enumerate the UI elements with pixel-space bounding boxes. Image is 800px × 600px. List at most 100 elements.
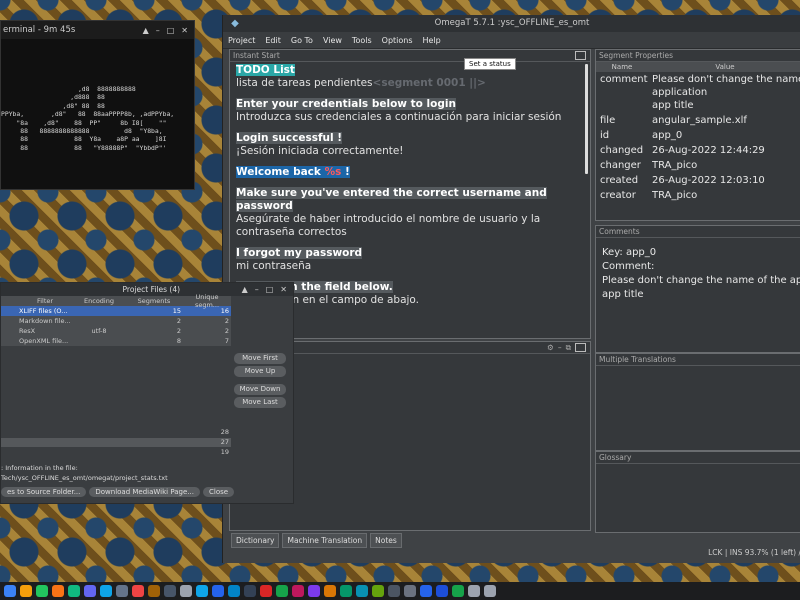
property-row[interactable]: changed 26-Aug-2022 12:44:29 — [596, 143, 800, 158]
terminal-icon[interactable] — [36, 585, 48, 597]
segment-target[interactable]: lista de tareas pendientes<segment 0001 … — [236, 77, 576, 90]
calendar-icon[interactable] — [260, 585, 272, 597]
terminal-window[interactable]: erminal - 9m 45s ▲ – □ ✕ ,d8 8888888888 … — [0, 20, 195, 190]
target-text[interactable]: Asegúrate de haber introducido el nombre… — [236, 213, 540, 238]
table-row[interactable]: OpenXML file... 8 7 — [1, 336, 231, 346]
maximize-pane-icon[interactable] — [575, 343, 586, 352]
close-icon[interactable]: ✕ — [181, 26, 188, 35]
property-row[interactable]: id app_0 — [596, 128, 800, 143]
target-text[interactable]: lista de tareas pendientes — [236, 77, 373, 89]
terminal-titlebar[interactable]: erminal - 9m 45s ▲ – □ ✕ — [1, 21, 194, 39]
minimize-pane-icon[interactable]: – — [558, 343, 562, 352]
segment[interactable]: Make sure you've entered the correct use… — [236, 187, 576, 239]
inkscape-icon[interactable] — [164, 585, 176, 597]
menu-help[interactable]: Help — [418, 36, 446, 45]
move-first-button[interactable]: Move First — [234, 353, 286, 364]
document-icon[interactable] — [340, 585, 352, 597]
camera-icon[interactable] — [292, 585, 304, 597]
table-row[interactable]: XLIFF files (O... 15 16 — [1, 306, 231, 316]
maximize-pane-icon[interactable] — [575, 51, 586, 60]
network-icon[interactable] — [484, 585, 496, 597]
move-up-button[interactable]: Move Up — [234, 366, 286, 377]
editor-icon[interactable] — [84, 585, 96, 597]
dropbox-icon[interactable] — [436, 585, 448, 597]
move-last-button[interactable]: Move Last — [234, 397, 286, 408]
minimize-icon[interactable]: – — [156, 26, 160, 35]
files-table[interactable]: Filter Encoding Segments Unique segm... … — [1, 293, 231, 346]
bluetooth-icon[interactable] — [420, 585, 432, 597]
battery-icon[interactable] — [452, 585, 464, 597]
folder-icon[interactable] — [324, 585, 336, 597]
property-row[interactable]: creator TRA_pico — [596, 188, 800, 203]
code-icon[interactable] — [100, 585, 112, 597]
tab-notes[interactable]: Notes — [370, 533, 402, 548]
tab-machine-translation[interactable]: Machine Translation — [282, 533, 368, 548]
segment-target[interactable]: Asegúrate de haber introducido el nombre… — [236, 213, 576, 239]
target-text[interactable]: ¡Sesión iniciada correctamente! — [236, 145, 404, 157]
property-row[interactable]: created 26-Aug-2022 12:03:10 — [596, 173, 800, 188]
chart-icon[interactable] — [276, 585, 288, 597]
omegat-window[interactable]: ◆ OmegaT 5.7.1 :ysc_OFFLINE_es_omt Proje… — [222, 15, 800, 563]
column-header[interactable]: Segments — [127, 297, 185, 305]
github-icon[interactable] — [180, 585, 192, 597]
comments-pane[interactable]: Comments Key: app_0 Comment: Please don't … — [595, 225, 800, 353]
close-icon[interactable]: ✕ — [280, 285, 287, 294]
segment[interactable]: Enter your credentials below to login Int… — [236, 98, 576, 124]
menu-project[interactable]: Project — [223, 36, 260, 45]
files-icon[interactable] — [20, 585, 32, 597]
segment-target[interactable]: ¡Sesión iniciada correctamente! — [236, 145, 576, 158]
download-mediawiki-button[interactable]: Download MediaWiki Page... — [89, 487, 200, 497]
vlc-icon[interactable] — [52, 585, 64, 597]
glossary-pane[interactable]: Glossary — [595, 451, 800, 533]
segment-target[interactable]: mi contraseña — [236, 260, 576, 273]
move-down-button[interactable]: Move Down — [234, 384, 286, 395]
window-icon[interactable] — [388, 585, 400, 597]
omegat-titlebar[interactable]: ◆ OmegaT 5.7.1 :ysc_OFFLINE_es_omt — [223, 15, 800, 32]
target-text[interactable]: Introduzca sus credenciales a continuaci… — [236, 111, 561, 123]
music-icon[interactable] — [308, 585, 320, 597]
window-icon[interactable] — [404, 585, 416, 597]
segment[interactable]: I forgot my password mi contraseña — [236, 247, 576, 273]
chrome-icon[interactable] — [132, 585, 144, 597]
terminal-output[interactable]: ,d8 8888888888 ,d888 88 ,d8" 88 88 PPYba… — [1, 39, 194, 152]
property-row[interactable]: comment Please don't change the name appl… — [596, 72, 800, 113]
column-header-name[interactable]: Name — [596, 63, 648, 71]
segment-properties-pane[interactable]: Segment Properties Name Value comment Ple… — [595, 49, 800, 221]
chat-icon[interactable] — [68, 585, 80, 597]
editor-scrollbar[interactable] — [585, 64, 588, 174]
settings-icon[interactable]: ⚙ — [547, 343, 554, 352]
segment-target[interactable]: Introduzca sus credenciales a continuaci… — [236, 111, 576, 124]
menu-tools[interactable]: Tools — [347, 36, 377, 45]
segment[interactable]: TODO List lista de tareas pendientes<segm… — [236, 64, 576, 90]
menu-go-to[interactable]: Go To — [286, 36, 318, 45]
column-header-value[interactable]: Value — [648, 63, 800, 71]
home-icon[interactable] — [212, 585, 224, 597]
mail-icon[interactable] — [228, 585, 240, 597]
telegram-icon[interactable] — [196, 585, 208, 597]
globe-icon[interactable] — [356, 585, 368, 597]
column-header[interactable]: Encoding — [71, 297, 127, 305]
segment[interactable]: Login successful ! ¡Sesión iniciada corre… — [236, 132, 576, 158]
menu-view[interactable]: View — [318, 36, 347, 45]
menu-icon[interactable] — [4, 585, 16, 597]
minimize-icon[interactable]: – — [255, 285, 259, 294]
multiple-translations-pane[interactable]: Multiple Translations — [595, 353, 800, 451]
table-row[interactable]: ResX utf-8 2 2 — [1, 326, 231, 336]
volume-icon[interactable] — [468, 585, 480, 597]
properties-table[interactable]: Name Value comment Please don't change th… — [596, 62, 800, 203]
maximize-icon[interactable]: □ — [266, 285, 274, 294]
pin-icon[interactable]: ▲ — [242, 285, 248, 294]
close-button[interactable]: Close — [202, 487, 235, 497]
column-header[interactable]: Filter — [19, 297, 71, 305]
property-row[interactable]: changer TRA_pico — [596, 158, 800, 173]
pin-icon[interactable]: ▲ — [143, 26, 149, 35]
settings-icon[interactable] — [116, 585, 128, 597]
notes-icon[interactable] — [372, 585, 384, 597]
menu-edit[interactable]: Edit — [260, 36, 286, 45]
menu-options[interactable]: Options — [377, 36, 418, 45]
copy-to-source-folder-button[interactable]: es to Source Folder... — [1, 487, 87, 497]
gimp-icon[interactable] — [148, 585, 160, 597]
project-files-dialog[interactable]: Project Files (4) ▲ – □ ✕ Filter Encodin… — [0, 282, 294, 504]
property-row[interactable]: file angular_sample.xlf — [596, 113, 800, 128]
dialog-titlebar[interactable]: Project Files (4) ▲ – □ ✕ — [1, 283, 293, 296]
